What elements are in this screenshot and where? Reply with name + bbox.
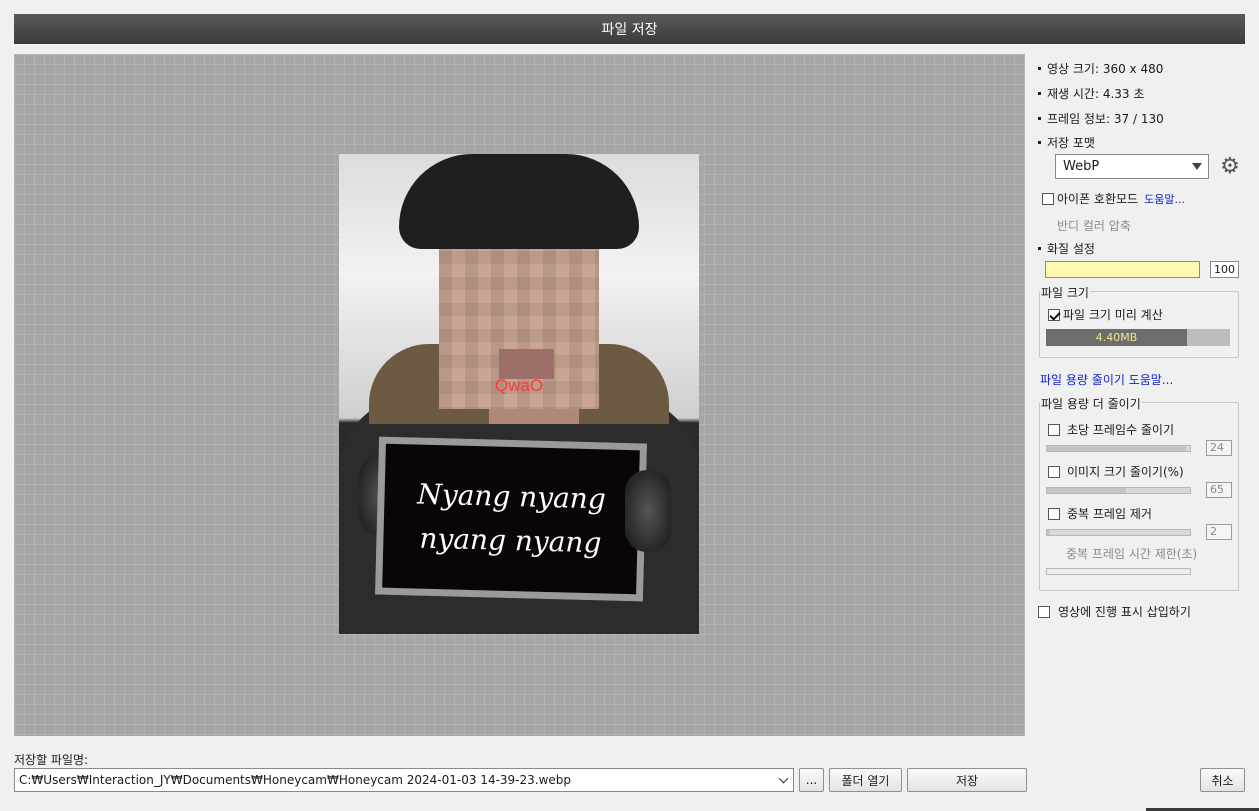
- iphone-mode-row: 아이폰 호환모드 도움말...: [1042, 190, 1185, 207]
- precalc-checkbox[interactable]: [1048, 308, 1060, 321]
- reduce-help-link[interactable]: 파일 용량 줄이기 도움말...: [1040, 371, 1173, 388]
- save-format-label: 저장 포맷: [1047, 136, 1095, 150]
- save-format-row: 저장 포맷: [1038, 134, 1095, 151]
- file-size-text: 4.40MB: [1095, 331, 1138, 344]
- resize-slider[interactable]: [1046, 487, 1191, 494]
- file-size-bar: 4.40MB: [1046, 329, 1230, 346]
- chevron-down-icon[interactable]: [778, 773, 789, 784]
- glove-right: [625, 470, 671, 552]
- hair-shape: [399, 154, 639, 249]
- window-titlebar: 파일 저장: [14, 14, 1245, 44]
- fps-reduce-row: 초당 프레임수 줄이기: [1048, 421, 1174, 438]
- fps-reduce-label: 초당 프레임수 줄이기: [1067, 423, 1174, 437]
- dedupe-slider[interactable]: [1046, 529, 1191, 536]
- sign-line-1: Nyang nyang: [417, 477, 607, 516]
- dedupe-checkbox[interactable]: [1048, 507, 1060, 520]
- precalc-row: 파일 크기 미리 계산: [1048, 306, 1163, 323]
- sign-line-2: nyang nyang: [419, 521, 602, 560]
- file-size-group-title: 파일 크기: [1040, 284, 1090, 301]
- format-select[interactable]: WebP: [1055, 154, 1209, 179]
- bullet-icon: [1038, 117, 1041, 120]
- reduce-more-group-title: 파일 용량 더 줄이기: [1040, 395, 1142, 412]
- mouth-shape: [499, 349, 554, 379]
- progress-overlay-checkbox[interactable]: [1038, 605, 1050, 618]
- window-title: 파일 저장: [601, 22, 658, 38]
- progress-overlay-row: 영상에 진행 표시 삽입하기: [1038, 603, 1191, 620]
- fps-slider[interactable]: [1046, 445, 1191, 452]
- quality-row: 화질 설정: [1038, 240, 1095, 257]
- bullet-icon: [1038, 247, 1041, 250]
- dedupe-time-slider[interactable]: [1046, 568, 1191, 575]
- progress-overlay-label: 영상에 진행 표시 삽입하기: [1058, 605, 1191, 619]
- save-button[interactable]: 저장: [907, 768, 1027, 792]
- gear-icon[interactable]: ⚙: [1217, 155, 1243, 181]
- dedupe-value-input[interactable]: 2: [1206, 524, 1232, 540]
- dedupe-row: 중복 프레임 제거: [1048, 505, 1152, 522]
- quality-value-input[interactable]: 100: [1210, 261, 1239, 278]
- precalc-label: 파일 크기 미리 계산: [1063, 308, 1163, 322]
- bullet-icon: [1038, 92, 1041, 95]
- preview-frame-image: QwaO Nyang nyang nyang nyang: [339, 154, 699, 634]
- iphone-mode-help-link[interactable]: 도움말...: [1144, 191, 1185, 207]
- cancel-button[interactable]: 취소: [1200, 768, 1245, 792]
- fps-value-input[interactable]: 24: [1206, 440, 1232, 456]
- dedupe-label: 중복 프레임 제거: [1067, 507, 1152, 521]
- filename-label: 저장할 파일명:: [14, 753, 89, 767]
- bullet-icon: [1038, 141, 1041, 144]
- resize-slider-fill: [1047, 488, 1126, 493]
- dedupe-time-label: 중복 프레임 시간 제한(초): [1066, 547, 1198, 561]
- browse-button[interactable]: ...: [799, 768, 824, 792]
- open-folder-button[interactable]: 폴더 열기: [829, 768, 902, 792]
- file-size-group: [1039, 291, 1239, 358]
- resize-row: 이미지 크기 줄이기(%): [1048, 463, 1184, 480]
- sign-board: Nyang nyang nyang nyang: [374, 436, 648, 602]
- bullet-icon: [1038, 67, 1041, 70]
- iphone-mode-checkbox[interactable]: [1042, 192, 1054, 205]
- dedupe-slider-fill: [1047, 530, 1050, 535]
- filename-input[interactable]: C:₩Users₩Interaction_JY₩Documents₩Honeyc…: [14, 768, 794, 792]
- video-size-row: 영상 크기: 360 x 480: [1038, 60, 1163, 77]
- dither-option: 반디 컬러 압축: [1057, 217, 1131, 234]
- resize-checkbox[interactable]: [1048, 465, 1060, 478]
- fps-reduce-checkbox[interactable]: [1048, 423, 1060, 436]
- resize-label: 이미지 크기 줄이기(%): [1067, 465, 1184, 479]
- sticker-text: QwaO: [494, 376, 544, 395]
- quality-label: 화질 설정: [1047, 242, 1095, 256]
- play-time-text: 재생 시간: 4.33 초: [1047, 87, 1145, 101]
- frame-info-row: 프레임 정보: 37 / 130: [1038, 110, 1164, 127]
- frame-info-text: 프레임 정보: 37 / 130: [1047, 112, 1164, 126]
- format-selected-value: WebP: [1063, 159, 1100, 174]
- quality-slider[interactable]: [1045, 261, 1200, 278]
- filename-path-text: C:₩Users₩Interaction_JY₩Documents₩Honeyc…: [19, 773, 572, 787]
- fps-slider-fill: [1047, 446, 1186, 451]
- iphone-mode-label: 아이폰 호환모드: [1057, 192, 1139, 206]
- resize-value-input[interactable]: 65: [1206, 482, 1232, 498]
- play-time-row: 재생 시간: 4.33 초: [1038, 85, 1144, 102]
- video-size-text: 영상 크기: 360 x 480: [1047, 62, 1164, 76]
- dither-label: 반디 컬러 압축: [1057, 219, 1131, 233]
- dropdown-arrow-icon: [1192, 163, 1202, 170]
- preview-canvas: QwaO Nyang nyang nyang nyang: [14, 54, 1025, 736]
